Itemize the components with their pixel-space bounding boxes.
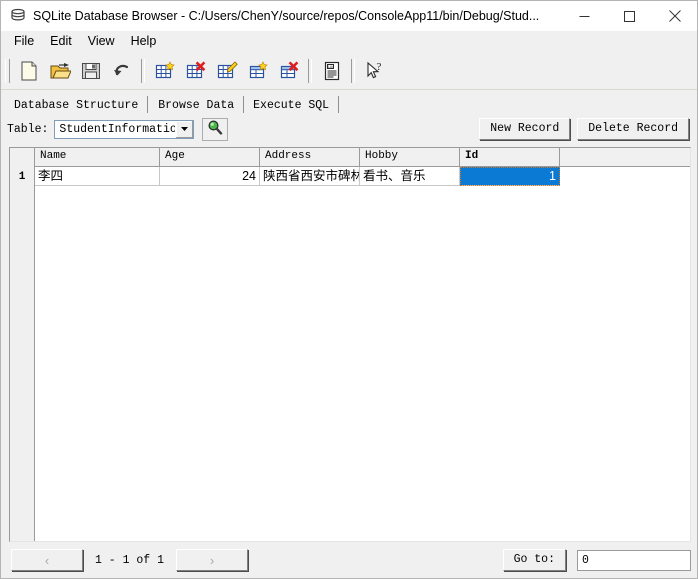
new-database-icon[interactable] bbox=[13, 55, 44, 86]
toolbar-separator bbox=[141, 58, 145, 83]
cell-address[interactable]: 陕西省西安市碑林 bbox=[260, 167, 360, 186]
cell-hobby[interactable]: 看书、音乐 bbox=[360, 167, 460, 186]
table-select-value: StudentInformation bbox=[59, 122, 176, 136]
status-bar: ‹ 1 - 1 of 1 › Go to: 0 bbox=[1, 542, 697, 578]
create-index-icon[interactable] bbox=[242, 55, 273, 86]
maximize-icon[interactable] bbox=[607, 1, 652, 31]
toolbar-drag-handle[interactable] bbox=[5, 58, 10, 83]
cell-age[interactable]: 24 bbox=[160, 167, 260, 186]
search-button[interactable] bbox=[202, 117, 229, 141]
column-header-address[interactable]: Address bbox=[260, 148, 360, 166]
modify-table-icon[interactable] bbox=[211, 55, 242, 86]
grid-header-row: Name Age Address Hobby Id bbox=[35, 148, 690, 167]
next-page-button[interactable]: › bbox=[176, 549, 249, 571]
toolbar: LOG ? bbox=[1, 52, 697, 90]
open-database-icon[interactable] bbox=[44, 55, 75, 86]
revert-changes-icon[interactable] bbox=[106, 55, 137, 86]
new-record-button[interactable]: New Record bbox=[479, 118, 571, 140]
tab-browse-data[interactable]: Browse Data bbox=[148, 96, 245, 113]
table-select[interactable]: StudentInformation bbox=[54, 119, 195, 139]
table-row[interactable]: 李四 24 陕西省西安市碑林 看书、音乐 1 bbox=[35, 167, 690, 186]
create-table-icon[interactable] bbox=[149, 55, 180, 86]
menu-item-help[interactable]: Help bbox=[123, 32, 165, 51]
cell-name[interactable]: 李四 bbox=[35, 167, 160, 186]
search-icon bbox=[207, 119, 223, 140]
whats-this-help-icon[interactable]: ? bbox=[359, 55, 390, 86]
tab-execute-sql[interactable]: Execute SQL bbox=[244, 96, 340, 113]
menu-item-view[interactable]: View bbox=[80, 32, 123, 51]
row-header-gutter bbox=[10, 148, 35, 541]
row-header[interactable]: 1 bbox=[10, 167, 34, 186]
delete-record-button[interactable]: Delete Record bbox=[577, 118, 689, 140]
tab-strip: Database Structure Browse Data Execute S… bbox=[1, 90, 697, 113]
close-icon[interactable] bbox=[652, 1, 697, 31]
svg-text:LOG: LOG bbox=[328, 65, 334, 69]
goto-input[interactable]: 0 bbox=[577, 549, 691, 571]
log-icon[interactable]: LOG bbox=[316, 55, 347, 86]
column-header-age[interactable]: Age bbox=[160, 148, 260, 166]
goto-button[interactable]: Go to: bbox=[502, 549, 566, 571]
svg-text:?: ? bbox=[376, 61, 381, 73]
column-header-name[interactable]: Name bbox=[35, 148, 160, 166]
delete-table-icon[interactable] bbox=[180, 55, 211, 86]
toolbar-separator bbox=[351, 58, 355, 83]
column-header-id[interactable]: Id bbox=[460, 148, 560, 166]
app-window: SQLite Database Browser - C:/Users/ChenY… bbox=[0, 0, 698, 579]
page-info: 1 - 1 of 1 bbox=[95, 553, 165, 567]
browse-controls: Table: StudentInformation New Record Del… bbox=[1, 113, 697, 145]
chevron-down-icon[interactable] bbox=[175, 120, 194, 138]
toolbar-separator bbox=[308, 58, 312, 83]
caption-buttons bbox=[562, 1, 697, 31]
menu-item-edit[interactable]: Edit bbox=[42, 32, 80, 51]
delete-index-icon[interactable] bbox=[273, 55, 304, 86]
cell-id[interactable]: 1 bbox=[460, 167, 560, 186]
column-header-hobby[interactable]: Hobby bbox=[360, 148, 460, 166]
data-grid[interactable]: Name Age Address Hobby Id 1 李四 24 陕西省西安市… bbox=[9, 147, 691, 542]
previous-page-button[interactable]: ‹ bbox=[11, 549, 83, 571]
menu-bar: File Edit View Help bbox=[1, 31, 697, 52]
minimize-icon[interactable] bbox=[562, 1, 607, 31]
tab-database-structure[interactable]: Database Structure bbox=[5, 96, 149, 113]
menu-item-file[interactable]: File bbox=[6, 32, 42, 51]
table-label: Table: bbox=[7, 122, 49, 136]
window-title: SQLite Database Browser - C:/Users/ChenY… bbox=[33, 9, 540, 23]
database-icon bbox=[10, 8, 26, 24]
title-bar: SQLite Database Browser - C:/Users/ChenY… bbox=[1, 1, 697, 31]
save-database-icon[interactable] bbox=[75, 55, 106, 86]
